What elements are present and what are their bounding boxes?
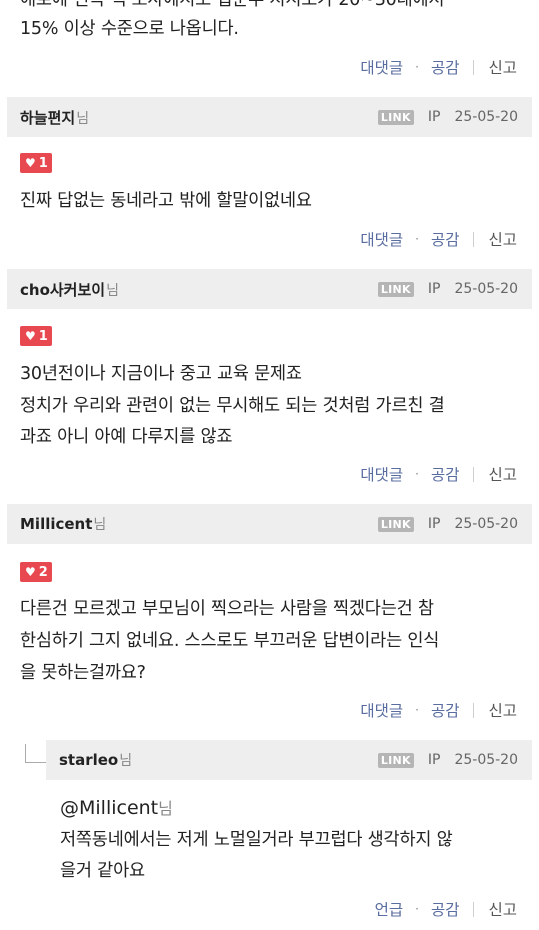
comment-text-line: 애로에 진곡 잭 노사에시도 입문부 시시도가 20~30대에서 — [20, 0, 445, 10]
comment-text-line: 30년전이나 지금이나 중고 교육 문제죠 — [20, 364, 302, 384]
reply-actions: 언급 · 공감 신고 — [375, 898, 517, 920]
author-name[interactable]: 하늘편지 — [20, 109, 75, 127]
report-button[interactable]: 신고 — [488, 228, 517, 250]
comment-meta: LINK IP 25-05-20 — [377, 109, 518, 125]
ip-label: IP — [427, 752, 441, 768]
author-name[interactable]: Millicent — [20, 515, 92, 533]
report-button[interactable]: 신고 — [488, 898, 517, 920]
heart-icon: ♥ — [25, 156, 36, 170]
divider — [473, 466, 475, 482]
comment-text-line: 정치가 우리와 관련이 없는 무시해도 되는 것처럼 가르친 결 — [20, 396, 445, 416]
author-name[interactable]: starleo — [59, 751, 118, 769]
divider — [473, 59, 475, 75]
ip-label: IP — [427, 281, 441, 297]
honorific: 님 — [158, 799, 173, 818]
like-count: 2 — [38, 564, 48, 580]
separator-dot: · — [415, 703, 419, 717]
link-badge[interactable]: LINK — [377, 516, 414, 532]
link-badge[interactable]: LINK — [377, 281, 414, 297]
comment-author[interactable]: 하늘편지님 — [20, 107, 89, 128]
comment-text-line: 을 못하는걸까요? — [20, 663, 146, 683]
reply-indent-line — [25, 744, 46, 763]
report-button[interactable]: 신고 — [488, 56, 517, 78]
like-badge: ♥ 1 — [20, 326, 52, 346]
comment-author[interactable]: cho사커보이님 — [20, 279, 119, 300]
separator-dot: · — [415, 902, 419, 916]
comment-actions: 대댓글 · 공감 신고 — [360, 228, 517, 250]
heart-icon: ♥ — [25, 565, 36, 579]
comment-text-line: 진짜 답없는 동네라고 밖에 할말이없네요 — [20, 191, 312, 211]
like-count: 1 — [38, 155, 48, 171]
reply-date: 25-05-20 — [454, 752, 518, 768]
reply-meta: LINK IP 25-05-20 — [377, 752, 518, 768]
comment-actions: 대댓글 · 공감 신고 — [360, 56, 517, 78]
comment-text-line: 한심하기 그지 없네요. 스스로도 부끄러운 답변이라는 인식 — [20, 631, 440, 651]
reply-button[interactable]: 대댓글 — [360, 463, 403, 485]
empathy-button[interactable]: 공감 — [431, 699, 460, 721]
reply-author[interactable]: starleo님 — [59, 750, 132, 770]
comment-header: cho사커보이님 LINK IP 25-05-20 — [7, 269, 532, 309]
comment-header: 하늘편지님 LINK IP 25-05-20 — [7, 97, 532, 137]
ip-label: IP — [427, 516, 441, 532]
honorific: 님 — [119, 753, 133, 769]
comment-date: 25-05-20 — [454, 516, 518, 532]
mention-button[interactable]: 언급 — [375, 898, 404, 920]
like-badge: ♥ 1 — [20, 153, 52, 173]
comment-text-line: 다른건 모르겠고 부모님이 찍으라는 사람을 찍겠다는건 참 — [20, 599, 434, 619]
separator-dot: · — [415, 232, 419, 246]
mention-username[interactable]: @Millicent — [60, 797, 158, 819]
comment-actions: 대댓글 · 공감 신고 — [360, 699, 517, 721]
comment-text-line: 과죠 아니 아예 다루지를 않죠 — [20, 427, 233, 447]
honorific: 님 — [76, 110, 90, 127]
like-badge: ♥ 2 — [20, 562, 52, 582]
link-badge[interactable]: LINK — [377, 109, 414, 125]
comment-date: 25-05-20 — [454, 281, 518, 297]
like-count: 1 — [38, 328, 48, 344]
reply-button[interactable]: 대댓글 — [360, 228, 403, 250]
empathy-button[interactable]: 공감 — [431, 898, 460, 920]
reply-button[interactable]: 대댓글 — [360, 699, 403, 721]
comment-meta: LINK IP 25-05-20 — [377, 281, 518, 297]
reply-header: starleo님 LINK IP 25-05-20 — [46, 740, 532, 780]
reply-button[interactable]: 대댓글 — [360, 56, 403, 78]
link-badge[interactable]: LINK — [377, 752, 414, 768]
reply-text-line: 저쪽동네에서는 저게 노멀일거라 부끄럽다 생각하지 않 — [60, 830, 453, 850]
report-button[interactable]: 신고 — [488, 463, 517, 485]
comment-text-line: 15% 이상 수준으로 나옵니다. — [20, 19, 239, 39]
comment-actions: 대댓글 · 공감 신고 — [360, 463, 517, 485]
comment-meta: LINK IP 25-05-20 — [377, 516, 518, 532]
empathy-button[interactable]: 공감 — [431, 228, 460, 250]
divider — [473, 702, 475, 718]
empathy-button[interactable]: 공감 — [431, 56, 460, 78]
separator-dot: · — [415, 60, 419, 74]
honorific: 님 — [93, 517, 107, 533]
heart-icon: ♥ — [25, 329, 36, 343]
reply-text-line: 을거 같아요 — [60, 861, 145, 881]
author-name[interactable]: cho사커보이 — [20, 281, 105, 299]
empathy-button[interactable]: 공감 — [431, 463, 460, 485]
separator-dot: · — [415, 467, 419, 481]
comment-date: 25-05-20 — [454, 109, 518, 125]
honorific: 님 — [106, 282, 119, 299]
comment-author[interactable]: Millicent님 — [20, 514, 106, 534]
ip-label: IP — [427, 109, 441, 125]
divider — [473, 231, 475, 247]
divider — [473, 901, 475, 917]
report-button[interactable]: 신고 — [488, 699, 517, 721]
mention-line: @Millicent님 — [60, 794, 173, 823]
comment-header: Millicent님 LINK IP 25-05-20 — [7, 504, 532, 544]
